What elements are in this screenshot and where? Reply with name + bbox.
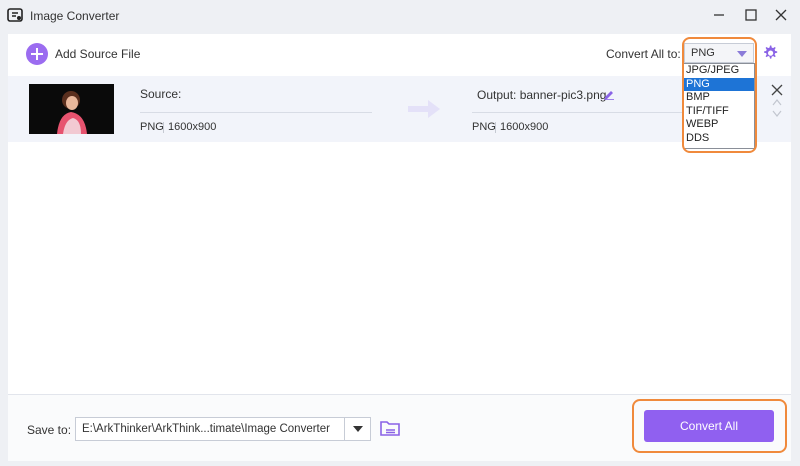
format-option-webp[interactable]: WEBP — [684, 118, 754, 132]
caret-down-icon — [353, 426, 363, 432]
chevron-down-icon[interactable] — [772, 110, 782, 118]
file-row: Source: PNG 1600x900 Output: banner-pic3… — [8, 76, 791, 142]
format-select-value: PNG — [691, 47, 715, 59]
minimize-icon[interactable] — [708, 4, 730, 26]
remove-file-icon[interactable] — [771, 84, 783, 96]
save-path-dropdown-button[interactable] — [344, 418, 371, 440]
add-source-file-button[interactable]: Add Source File — [55, 47, 140, 61]
format-option-tif[interactable]: TIF/TIFF — [684, 105, 754, 119]
folder-icon[interactable] — [379, 418, 401, 438]
output-dimensions: 1600x900 — [500, 121, 549, 133]
save-path-value: E:\ArkThinker\ArkThink...timate\Image Co… — [82, 423, 330, 435]
output-separator — [495, 122, 496, 133]
main-panel: Add Source File Convert All to: PNG JPG/… — [8, 34, 791, 461]
output-divider — [472, 112, 684, 113]
source-format: PNG — [140, 121, 164, 133]
chevron-up-icon[interactable] — [772, 98, 782, 106]
source-separator — [163, 122, 164, 133]
gear-icon[interactable] — [761, 44, 779, 62]
format-dropdown-list: JPG/JPEG PNG BMP TIF/TIFF WEBP DDS — [683, 63, 755, 149]
source-dimensions: 1600x900 — [168, 121, 217, 133]
format-option-jpg[interactable]: JPG/JPEG — [684, 64, 754, 78]
format-option-bmp[interactable]: BMP — [684, 91, 754, 105]
close-icon[interactable] — [770, 4, 792, 26]
format-option-dds[interactable]: DDS — [684, 132, 754, 146]
save-path-field[interactable]: E:\ArkThinker\ArkThink...timate\Image Co… — [75, 417, 371, 441]
save-to-label: Save to: — [27, 423, 72, 437]
output-format: PNG — [472, 121, 496, 133]
image-thumbnail — [29, 84, 114, 134]
source-divider — [140, 112, 372, 113]
format-option-png[interactable]: PNG — [684, 77, 754, 91]
title-bar: Image Converter — [0, 0, 800, 32]
maximize-icon[interactable] — [740, 4, 762, 26]
output-filename: Output: banner-pic3.png — [477, 88, 607, 102]
edit-icon[interactable] — [603, 88, 615, 100]
format-select[interactable]: PNG — [684, 43, 754, 63]
toolbar: Add Source File Convert All to: PNG JPG/… — [8, 34, 791, 153]
chevron-down-icon — [737, 51, 747, 57]
window-title: Image Converter — [30, 9, 120, 23]
add-file-icon[interactable] — [26, 43, 48, 65]
arrow-right-icon — [408, 100, 440, 118]
convert-all-to-label: Convert All to: — [606, 47, 681, 61]
app-logo-icon — [7, 8, 23, 22]
footer-bar: Save to: E:\ArkThinker\ArkThink...timate… — [8, 394, 791, 461]
source-label: Source: — [140, 87, 182, 101]
convert-all-button[interactable]: Convert All — [644, 410, 774, 442]
